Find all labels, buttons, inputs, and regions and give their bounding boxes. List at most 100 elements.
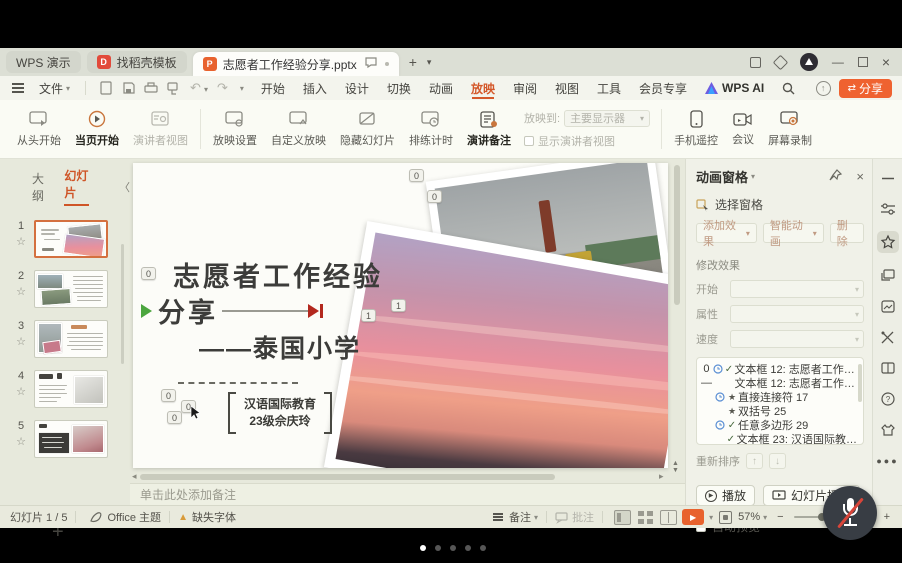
collapse-sidebar-icon[interactable] (877, 169, 899, 187)
delete-effect-button[interactable]: 删除 (829, 220, 864, 248)
redo-icon[interactable]: ↷ (217, 80, 228, 96)
animation-item[interactable]: ✓ 文本框 23: 汉语国际教育 2 (701, 432, 861, 445)
minimize-button[interactable]: — (832, 55, 844, 69)
new-doc-icon[interactable] (100, 81, 113, 95)
anim-order-badge[interactable]: 1 (361, 309, 377, 322)
save-icon[interactable] (122, 81, 135, 95)
design-resources-icon[interactable] (877, 297, 899, 315)
comment-bubble-icon[interactable] (365, 57, 377, 71)
normal-view-button[interactable] (614, 509, 632, 525)
restore-button[interactable] (857, 55, 872, 67)
print-icon[interactable] (144, 81, 158, 95)
animation-item[interactable]: ✓ 任意多边形 29 (701, 418, 861, 432)
start-from-beginning-button[interactable]: 从头开始 (10, 103, 68, 155)
smart-animation-button[interactable]: 智能动画 ▾ (762, 220, 824, 248)
slide-subtitle[interactable]: ——泰国小学 (199, 329, 361, 365)
properties-sliders-icon[interactable] (877, 200, 899, 218)
layout-mode-icon[interactable] (749, 56, 761, 68)
move-down-button[interactable]: ↓ (769, 453, 786, 469)
microphone-muted-button[interactable] (823, 486, 877, 540)
close-pane-icon[interactable]: × (856, 169, 864, 184)
search-icon[interactable] (773, 76, 804, 100)
tab-outline[interactable]: 大纲 (32, 170, 48, 204)
docer-cube-icon[interactable] (772, 54, 789, 70)
close-button[interactable]: × (882, 54, 890, 70)
presenter-view-checkbox[interactable] (524, 135, 534, 146)
slide-title-line1[interactable]: 志愿者工作经验 (173, 255, 383, 294)
theme-name[interactable]: Office 主题 (107, 509, 161, 525)
panel-scrollbar[interactable] (121, 244, 124, 364)
tab-presentation-file[interactable]: P 志愿者工作经验分享.pptx (192, 52, 399, 76)
tab-wps-home[interactable]: WPS 演示 (6, 51, 81, 73)
animation-item[interactable]: 0 ✓ 文本框 12: 志愿者工作经验... (701, 362, 861, 376)
selection-pane-button[interactable]: 选择窗格 (696, 196, 864, 213)
hscroll-left-arrow[interactable]: ◂ (132, 471, 137, 482)
collapse-panel-icon[interactable]: 〈 (119, 179, 130, 195)
horizontal-scrollbar[interactable] (140, 474, 655, 480)
slide-thumbnail-3[interactable] (34, 320, 108, 358)
menu-item-view[interactable]: 视图 (546, 76, 588, 100)
phone-remote-button[interactable]: 手机遥控 (667, 103, 725, 155)
undo-icon[interactable]: ↶ ▾ (190, 80, 208, 96)
carousel-dot[interactable] (480, 545, 486, 551)
slide-thumbnail-4[interactable] (34, 370, 108, 408)
anim-order-badge[interactable]: 0 (141, 267, 157, 280)
more-chevron-icon[interactable]: ▾ (240, 84, 244, 93)
menu-item-member[interactable]: 会员专享 (630, 76, 696, 100)
slide-layout-icon[interactable] (877, 266, 899, 284)
bracket-textbox[interactable]: 汉语国际教育 23级佘庆玲 (228, 392, 332, 434)
presenter-view-button[interactable]: 演讲者视图 (126, 103, 195, 155)
anim-order-badge[interactable]: 0 (427, 190, 443, 203)
meeting-button[interactable]: 会议 (725, 103, 761, 155)
slide-thumbnail-2[interactable] (34, 270, 108, 308)
tools-icon[interactable] (877, 328, 899, 346)
play-button[interactable]: ▶ 播放 (696, 485, 756, 506)
animation-item[interactable]: ★ 双括号 25 (701, 404, 861, 419)
notes-area[interactable]: 单击此处添加备注 (130, 483, 685, 505)
start-from-current-button[interactable]: 当页开始 (68, 103, 126, 155)
upload-cloud-icon[interactable]: ↑ (815, 80, 831, 96)
menu-item-transition[interactable]: 切换 (378, 76, 420, 100)
slide-thumbnail-5[interactable] (34, 420, 108, 458)
tab-slides[interactable]: 幻灯片 (64, 167, 89, 206)
tab-list-chevron-icon[interactable]: ▾ (427, 57, 432, 68)
chevron-down-icon[interactable]: ▾ (751, 172, 755, 181)
zoom-out-button[interactable]: − (777, 511, 783, 523)
tab-docer-templates[interactable]: D 找稻壳模板 (86, 51, 187, 73)
vertical-scrollbar[interactable] (674, 165, 680, 465)
slide-thumbnail-1[interactable] (34, 220, 108, 258)
slide-canvas[interactable]: 志愿者工作经验 分享 ——泰国小学 汉语国际教育 23级佘庆玲 0 0 0 1 … (133, 163, 668, 468)
zoom-in-button[interactable]: + (884, 511, 890, 523)
notes-toggle[interactable]: 备注 (509, 509, 531, 525)
screen-record-button[interactable]: 屏幕录制 (761, 103, 819, 155)
menu-file[interactable]: 文件 ▾ (30, 76, 79, 100)
list-scrollbar[interactable] (858, 364, 862, 402)
anim-order-badge[interactable]: 1 (391, 299, 407, 312)
hscroll-right-arrow[interactable]: ▸ (659, 471, 664, 482)
anim-order-badge[interactable]: 0 (409, 169, 425, 182)
format-painter-icon[interactable] (167, 81, 181, 95)
pin-icon[interactable] (829, 169, 843, 182)
hide-slide-button[interactable]: 隐藏幻灯片 (333, 103, 402, 155)
reading-view-button[interactable] (660, 509, 678, 525)
display-to-select[interactable]: 主要显示器 ▾ (564, 109, 651, 127)
menu-item-tools[interactable]: 工具 (588, 76, 630, 100)
share-button[interactable]: ⇄ 分享 (838, 78, 892, 98)
custom-slideshow-button[interactable]: 自定义放映 (264, 103, 333, 155)
carousel-dot-active[interactable] (420, 545, 426, 551)
chevron-up-icon[interactable]: ▾ (534, 513, 538, 522)
speed-select[interactable]: ▾ (730, 330, 864, 348)
fit-to-window-icon[interactable] (719, 510, 733, 524)
missing-font-label[interactable]: 缺失字体 (192, 509, 236, 525)
menu-item-animation[interactable]: 动画 (420, 76, 462, 100)
speaker-notes-button[interactable]: 演讲备注 (460, 103, 518, 155)
new-tab-button[interactable]: + (409, 54, 417, 70)
menu-item-review[interactable]: 审阅 (504, 76, 546, 100)
hamburger-icon[interactable] (12, 87, 24, 89)
menu-item-home[interactable]: 开始 (252, 76, 294, 100)
carousel-dot[interactable] (450, 545, 456, 551)
play-options-chevron-icon[interactable]: ▾ (709, 513, 713, 522)
wps-ai-button[interactable]: WPS AI (696, 76, 773, 100)
carousel-dot[interactable] (435, 545, 441, 551)
start-select[interactable]: ▾ (730, 280, 864, 298)
